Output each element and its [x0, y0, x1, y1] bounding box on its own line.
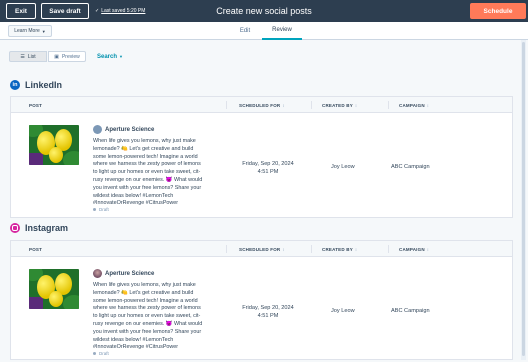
- instagram-icon: [10, 223, 20, 233]
- scheduled-for-value: Friday, Sep 20, 2024 4:51 PM: [242, 305, 294, 319]
- status-dot-icon: [93, 208, 96, 211]
- table-header: POST SCHEDULED FOR ↕ CREATED BY ↕ CAMPAIGN…: [11, 97, 512, 113]
- section-title-instagram: Instagram: [10, 221, 68, 235]
- chevron-down-icon: ▼: [41, 28, 46, 34]
- network-name: Instagram: [25, 223, 69, 233]
- posts-table-instagram: POST SCHEDULED FOR ↕ CREATED BY ↕ CAMPAIGN…: [10, 240, 513, 360]
- column-header-created-by[interactable]: CREATED BY ↕: [322, 97, 357, 113]
- status-label: Draft: [99, 351, 109, 356]
- top-bar: Exit Save draft ✓ Last saved 5:20 PM Cre…: [0, 0, 528, 22]
- list-icon: ☰: [20, 53, 25, 60]
- tab-edit[interactable]: Edit: [233, 22, 257, 40]
- created-by-value: Joy Leow: [331, 164, 355, 170]
- section-title-linkedin: in LinkedIn: [10, 78, 62, 92]
- search-label: Search: [97, 53, 118, 60]
- avatar: [93, 269, 102, 278]
- author-name: Aperture Science: [105, 126, 155, 133]
- sort-icon: ↕: [426, 246, 430, 252]
- chevron-down-icon: ▼: [119, 54, 123, 59]
- author-name: Aperture Science: [105, 270, 155, 277]
- table-row[interactable]: Aperture Science When life gives you lem…: [11, 113, 512, 217]
- preview-icon: ▣: [54, 53, 59, 60]
- created-by-value: Joy Leow: [331, 308, 355, 314]
- avatar: [93, 125, 102, 134]
- preview-label: Preview: [61, 53, 80, 60]
- status-label: Draft: [99, 207, 109, 212]
- sort-icon: ↕: [354, 246, 358, 252]
- column-header-scheduled-for[interactable]: SCHEDULED FOR ↕: [239, 241, 285, 257]
- column-header-post: POST: [29, 102, 43, 108]
- list-view-toggle[interactable]: ☰ List: [9, 51, 47, 62]
- table-header: POST SCHEDULED FOR ↕ CREATED BY ↕ CAMPAIGN…: [11, 241, 512, 257]
- scheduled-for-value: Friday, Sep 20, 2024 4:51 PM: [242, 161, 294, 175]
- linkedin-icon: in: [10, 80, 20, 90]
- campaign-value: ABC Campaign: [391, 164, 430, 170]
- column-header-scheduled-for[interactable]: SCHEDULED FOR ↕: [239, 97, 285, 113]
- scrollbar-thumb[interactable]: [522, 42, 525, 356]
- learn-more-label: Learn More: [14, 28, 40, 34]
- post-author: Aperture Science: [93, 269, 154, 278]
- schedule-button[interactable]: Schedule: [470, 3, 526, 19]
- status-badge: Draft: [93, 207, 109, 212]
- sort-icon: ↕: [426, 102, 430, 108]
- sort-icon: ↕: [282, 102, 285, 108]
- posts-table-linkedin: POST SCHEDULED FOR ↕ CREATED BY ↕ CAMPAIGN…: [10, 96, 513, 218]
- sort-icon: ↕: [282, 246, 285, 252]
- table-row[interactable]: Aperture Science When life gives you lem…: [11, 257, 512, 361]
- page-title: Create new social posts: [216, 6, 312, 16]
- status-badge: Draft: [93, 351, 109, 356]
- search-dropdown[interactable]: Search ▼: [97, 51, 123, 62]
- tab-review[interactable]: Review: [262, 22, 302, 40]
- sort-icon: ↕: [354, 102, 358, 108]
- campaign-value: ABC Campaign: [391, 308, 430, 314]
- column-header-campaign[interactable]: CAMPAIGN ↕: [399, 241, 429, 257]
- post-text: When life gives you lemons, why just mak…: [93, 282, 203, 351]
- post-text: When life gives you lemons, why just mak…: [93, 138, 203, 207]
- column-header-post: POST: [29, 246, 43, 252]
- post-image: [29, 125, 79, 165]
- column-header-campaign[interactable]: CAMPAIGN ↕: [399, 97, 429, 113]
- learn-more-dropdown[interactable]: Learn More ▼: [8, 25, 52, 37]
- sub-navigation: Learn More ▼ Edit Review: [0, 22, 528, 40]
- post-image: [29, 269, 79, 309]
- column-header-created-by[interactable]: CREATED BY ↕: [322, 241, 357, 257]
- post-author: Aperture Science: [93, 125, 154, 134]
- preview-view-toggle[interactable]: ▣ Preview: [48, 51, 86, 62]
- status-dot-icon: [93, 352, 96, 355]
- list-label: List: [27, 53, 36, 60]
- network-name: LinkedIn: [25, 80, 63, 90]
